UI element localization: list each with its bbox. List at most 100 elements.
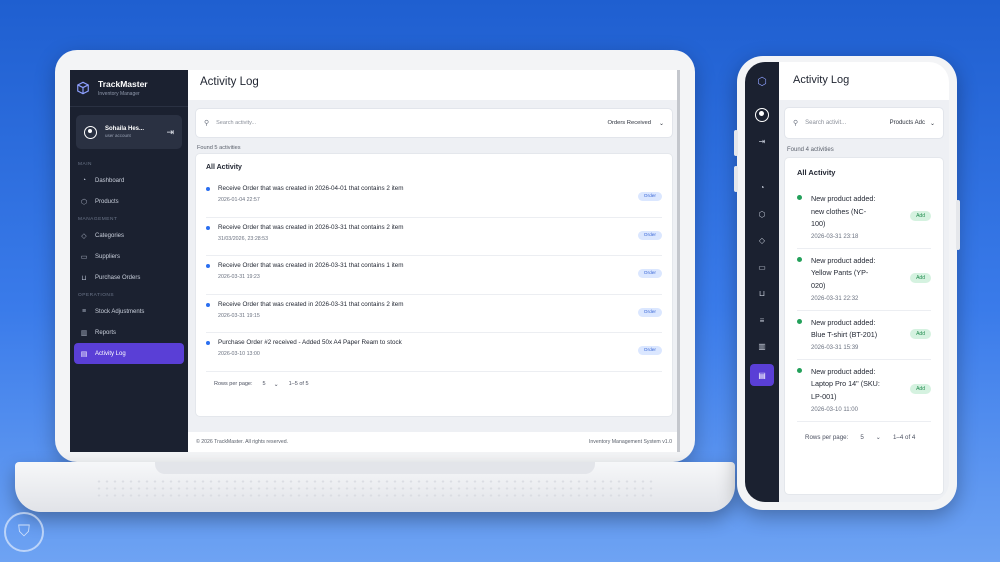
- user-name: Sohaila Hes...: [105, 126, 145, 132]
- cube-icon[interactable]: ⬡: [753, 205, 771, 223]
- activity-date: 2026-01-04 22:57: [218, 197, 260, 203]
- sliders-icon[interactable]: ≡: [753, 311, 771, 329]
- activity-text-line3: 100): [811, 219, 826, 229]
- sidebar-item-suppliers[interactable]: ▭ Suppliers: [74, 246, 184, 267]
- card-title: All Activity: [206, 164, 242, 171]
- status-dot: [206, 187, 210, 191]
- filter-select[interactable]: Orders Received ⌄: [607, 120, 664, 127]
- sidebar-item-label: Dashboard: [95, 177, 125, 184]
- activity-text-line2: Yellow Pants (YP-: [811, 268, 869, 278]
- list-item[interactable]: Receive Order that was created in 2026-0…: [206, 295, 662, 333]
- chevron-down-icon: ⌄: [658, 120, 664, 127]
- filter-select[interactable]: Products Adc ⌄: [890, 120, 935, 127]
- section-main: MAIN: [78, 162, 92, 167]
- truck-icon: ▭: [80, 253, 88, 261]
- card-title: All Activity: [797, 168, 836, 177]
- laptop-base: [15, 462, 735, 512]
- page-header: Activity Log: [188, 70, 680, 100]
- user-avatar-icon[interactable]: [755, 108, 769, 122]
- user-card[interactable]: Sohaila Hes... user account ⇥: [76, 115, 182, 149]
- activity-card: All Activity Receive Order that was crea…: [196, 154, 672, 416]
- box-logo-icon: [77, 81, 89, 95]
- search-icon: ⚲: [204, 120, 210, 127]
- list-item[interactable]: Purchase Order #2 received - Added 50x A…: [206, 333, 662, 372]
- page-range: 1–5 of 5: [288, 381, 309, 387]
- document-icon[interactable]: ▤: [750, 364, 774, 386]
- sidebar-item-categories[interactable]: ◇ Categories: [74, 225, 184, 246]
- rows-per-page-label: Rows per page:: [805, 433, 849, 441]
- phone-sidebar: ⬡ ⇥ ◔ ⬡ ◇ ▭ ⊔ ≡ ▥ ▤: [745, 62, 779, 502]
- activity-text: Receive Order that was created in 2026-0…: [218, 262, 404, 269]
- list-item[interactable]: New product added: new clothes (NC- 100) 20…: [797, 187, 931, 249]
- search-input[interactable]: Search activit...: [805, 120, 846, 126]
- box-logo-icon: ⬡: [757, 75, 767, 88]
- cart-icon[interactable]: ⊔: [753, 285, 771, 303]
- bar-chart-icon[interactable]: ▥: [753, 338, 771, 356]
- activity-text-line1: New product added:: [811, 366, 876, 376]
- sidebar-item-label: Reports: [95, 329, 117, 336]
- rows-per-page-select[interactable]: 5: [860, 434, 863, 441]
- phone-header: Activity Log: [779, 62, 949, 100]
- gauge-icon: ◔: [81, 177, 87, 184]
- list-item[interactable]: Receive Order that was created in 2026-0…: [206, 256, 662, 295]
- activity-date: 2026-03-31 22:32: [811, 295, 859, 302]
- logout-icon[interactable]: ⇥: [166, 127, 174, 138]
- results-count: Found 5 activities: [197, 145, 241, 151]
- chevron-down-icon[interactable]: ⌄: [274, 381, 279, 388]
- sidebar-item-activity-log[interactable]: ▤ Activity Log: [74, 343, 184, 364]
- list-item[interactable]: Receive Order that was created in 2026-0…: [206, 179, 662, 218]
- activity-text-line1: New product added:: [811, 255, 876, 265]
- activity-text-line3: 020): [811, 280, 826, 290]
- type-badge: Order: [637, 269, 662, 278]
- list-item[interactable]: Receive Order that was created in 2026-0…: [206, 218, 662, 256]
- sidebar-item-stock-adjustments[interactable]: ≡ Stock Adjustments: [74, 301, 184, 322]
- type-badge: Order: [637, 230, 662, 240]
- section-operations: OPERATIONS: [78, 293, 115, 298]
- brand-subtitle: Inventory Manager: [98, 91, 140, 97]
- search-bar: ⚲ Search activity... Orders Received ⌄: [196, 109, 672, 137]
- bar-chart-icon: ▥: [80, 329, 88, 337]
- rows-per-page-select[interactable]: 5: [263, 381, 266, 387]
- tag-icon[interactable]: ◇: [753, 232, 771, 250]
- sidebar-item-products[interactable]: ⬡ Products: [74, 191, 184, 212]
- tag-icon: ◇: [81, 232, 87, 240]
- sidebar-item-purchase-orders[interactable]: ⊔ Purchase Orders: [74, 267, 184, 288]
- activity-text-line3: LP-001): [811, 391, 837, 401]
- list-item[interactable]: New product added: Blue T-shirt (BT-201) 2…: [797, 311, 931, 360]
- page-title: Activity Log: [200, 76, 259, 88]
- sidebar-item-label: Stock Adjustments: [95, 308, 145, 315]
- pagination: Rows per page: 5 ⌄ 1–5 of 5: [206, 372, 662, 388]
- sliders-icon: ≡: [81, 308, 87, 315]
- logout-icon[interactable]: ⇥: [753, 132, 771, 150]
- scrollbar[interactable]: [677, 70, 680, 452]
- list-item[interactable]: New product added: Laptop Pro 14" (SKU: LP…: [797, 360, 931, 422]
- activity-card: All Activity New product added: new cloth…: [785, 158, 943, 494]
- status-dot: [797, 318, 802, 324]
- pagination: Rows per page: 5 ⌄ 1–4 of 4: [797, 422, 931, 441]
- activity-text-line1: New product added:: [811, 317, 876, 327]
- main-content: Activity Log ⚲ Search activity... Orders…: [188, 70, 680, 452]
- search-input[interactable]: Search activity...: [216, 120, 256, 126]
- activity-date: 2026-03-31 19:15: [218, 312, 260, 319]
- sidebar-item-label: Categories: [95, 232, 125, 239]
- activity-text: Receive Order that was created in 2026-0…: [218, 223, 404, 231]
- status-dot: [797, 256, 802, 262]
- chevron-down-icon[interactable]: ⌄: [876, 434, 881, 441]
- type-badge: Add: [910, 211, 931, 222]
- list-item[interactable]: New product added: Yellow Pants (YP- 020) 2…: [797, 249, 931, 311]
- sidebar-item-dashboard[interactable]: ◔ Dashboard: [74, 170, 184, 191]
- filter-value: Products Adc: [889, 120, 925, 126]
- phone-power-button: [956, 200, 960, 250]
- activity-text: Purchase Order #2 received - Added 50x A…: [218, 339, 402, 346]
- gauge-icon[interactable]: ◔: [753, 179, 771, 197]
- cube-icon: ⬡: [80, 198, 88, 206]
- document-icon: ▤: [80, 350, 88, 358]
- status-dot: [206, 341, 210, 345]
- activity-text: Receive Order that was created in 2026-0…: [218, 185, 404, 192]
- sidebar-item-label: Suppliers: [95, 253, 121, 260]
- search-icon: ⚲: [793, 120, 799, 127]
- activity-text-line2: Laptop Pro 14" (SKU:: [811, 379, 880, 389]
- activity-date: 2026-03-10 13:00: [218, 351, 260, 357]
- truck-icon[interactable]: ▭: [753, 258, 771, 276]
- sidebar-item-reports[interactable]: ▥ Reports: [74, 322, 184, 343]
